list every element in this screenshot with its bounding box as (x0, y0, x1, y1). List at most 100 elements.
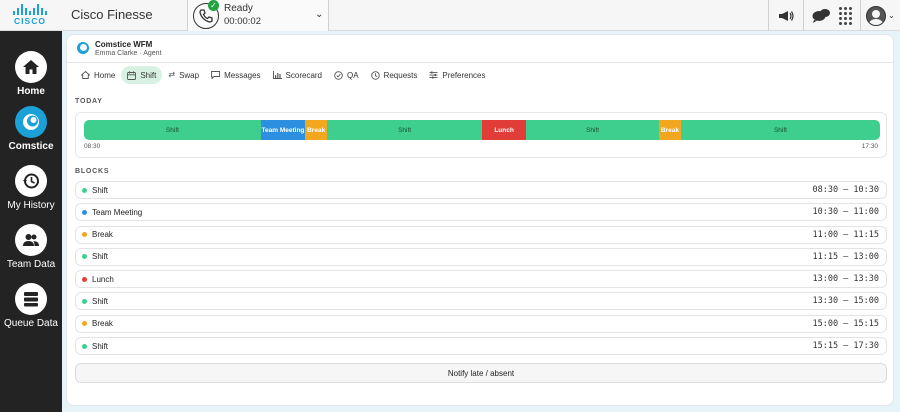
agent-status-dropdown[interactable]: ✓ Ready 00:00:02 ⌄ (187, 0, 329, 31)
timeline-segment-shift[interactable]: Shift (84, 120, 261, 140)
block-row[interactable]: Break 11:00 — 11:15 (75, 225, 887, 244)
timeline-segment-meeting[interactable]: Team Meeting (260, 120, 306, 140)
wfm-header: Comstice WFM Emma Clarke · Agent (67, 35, 893, 63)
tab-label: Messages (224, 70, 261, 80)
nav-label: Comstice (8, 141, 54, 152)
block-time: 11:00 — 11:15 (812, 229, 879, 240)
comstice-icon (15, 106, 47, 138)
wfm-tabs: Home Shift ⇄ Swap Messages Scorecard QA … (75, 66, 492, 84)
block-row[interactable]: Lunch 13:00 — 13:30 (75, 270, 887, 289)
team-icon (15, 224, 47, 256)
tab-preferences[interactable]: Preferences (423, 66, 491, 84)
nav-item-team-data[interactable]: Team Data (0, 224, 62, 270)
left-navigation: Home Comstice My History Team Data Queue… (0, 31, 62, 412)
tab-swap[interactable]: ⇄ Swap (162, 66, 205, 84)
block-label-group: Lunch (82, 275, 114, 284)
timeline-segment-break[interactable]: Break (305, 120, 328, 140)
tab-label: Swap (179, 70, 200, 80)
dialpad-icon (839, 6, 852, 25)
nav-label: Queue Data (4, 318, 58, 329)
nav-label: Team Data (6, 259, 56, 270)
chevron-down-icon: ⌄ (888, 11, 895, 20)
block-name: Shift (92, 185, 109, 195)
block-type-dot (82, 232, 87, 238)
tab-label: Shift (140, 70, 157, 80)
user-menu-button[interactable]: ⌄ (860, 0, 900, 31)
block-row[interactable]: Shift 11:15 — 13:00 (75, 247, 887, 266)
swap-icon: ⇄ (168, 70, 176, 79)
block-type-dot (82, 343, 87, 349)
nav-label: My History (7, 200, 55, 211)
block-name: Break (92, 319, 113, 329)
calendar-icon (127, 70, 137, 80)
nav-item-home[interactable]: Home (0, 51, 62, 97)
block-name: Shift (92, 252, 109, 262)
tab-shift[interactable]: Shift (121, 66, 163, 84)
tab-messages[interactable]: Messages (205, 66, 266, 84)
timeline-segment-shift[interactable]: Shift (327, 120, 482, 140)
tab-label: Requests (383, 70, 418, 80)
tab-scorecard[interactable]: Scorecard (267, 66, 328, 84)
block-time: 15:15 — 17:30 (812, 341, 879, 352)
ready-check-icon: ✓ (208, 0, 219, 11)
nav-item-my-history[interactable]: My History (0, 165, 62, 211)
block-row[interactable]: Shift 08:30 — 10:30 (75, 181, 887, 199)
dialpad-button[interactable] (828, 0, 863, 31)
check-circle-icon (334, 70, 343, 80)
status-label: Ready (224, 3, 253, 14)
block-type-dot (82, 321, 87, 327)
tab-label: QA (347, 70, 359, 80)
block-name: Team Meeting (92, 207, 143, 217)
wfm-title: Comstice WFM (95, 40, 153, 49)
block-label-group: Break (82, 319, 113, 328)
notify-late-absent-button[interactable]: Notify late / absent (75, 363, 887, 383)
history-icon (15, 165, 47, 197)
tab-label: Home (94, 70, 116, 80)
wfm-panel: Comstice WFM Emma Clarke · Agent Home Sh… (66, 34, 894, 406)
block-row[interactable]: Break 15:00 — 15:15 (75, 314, 887, 333)
timeline-segment-lunch[interactable]: Lunch (481, 120, 527, 140)
block-label-group: Shift (82, 252, 108, 261)
block-type-dot (82, 209, 87, 215)
block-name: Break (92, 230, 113, 240)
nav-label: Home (17, 86, 45, 97)
app-title: Cisco Finesse (71, 7, 153, 22)
blocks-section-title: BLOCKS (75, 168, 110, 175)
cisco-logo: CISCO (10, 4, 50, 28)
tab-home[interactable]: Home (75, 66, 121, 84)
block-type-dot (82, 276, 87, 282)
tab-requests[interactable]: Requests (365, 66, 424, 84)
timeline-segment-shift[interactable]: Shift (526, 120, 659, 140)
block-row[interactable]: Shift 13:30 — 15:00 (75, 292, 887, 311)
block-label-group: Shift (82, 297, 108, 306)
message-icon (211, 71, 221, 79)
block-label-group: Shift (82, 186, 108, 195)
nav-item-comstice[interactable]: Comstice (0, 106, 62, 152)
timeline-segment-break[interactable]: Break (658, 120, 681, 140)
home-icon (81, 71, 90, 79)
status-timer: 00:00:02 (224, 16, 261, 27)
block-type-dot (82, 254, 87, 260)
block-time: 15:00 — 15:15 (812, 318, 879, 329)
block-time: 13:00 — 13:30 (812, 274, 879, 285)
cisco-logo-text: CISCO (14, 16, 46, 26)
avatar-icon (866, 5, 887, 26)
shift-timeline: Shift Team Meeting Break Shift Lunch Shift Bre… (84, 120, 880, 140)
nav-item-queue-data[interactable]: Queue Data (0, 283, 62, 329)
top-bar: CISCO Cisco Finesse ✓ Ready 00:00:02 ⌄ ⌄ (0, 0, 900, 31)
block-label-group: Break (82, 230, 113, 239)
block-time: 13:30 — 15:00 (812, 296, 879, 307)
block-type-dot (82, 187, 87, 193)
block-name: Shift (92, 341, 109, 351)
home-icon (15, 51, 47, 83)
blocks-list: Shift 08:30 — 10:30 Team Meeting 10:30 — 11… (75, 181, 887, 359)
block-row[interactable]: Team Meeting 10:30 — 11:00 (75, 203, 887, 222)
chart-icon (272, 71, 282, 79)
tab-qa[interactable]: QA (328, 66, 365, 84)
comstice-logo-icon (77, 42, 89, 54)
announcement-button[interactable] (768, 0, 803, 31)
timeline-segment-shift[interactable]: Shift (680, 120, 880, 140)
block-time: 10:30 — 11:00 (812, 207, 879, 218)
block-name: Shift (92, 296, 109, 306)
block-row[interactable]: Shift 15:15 — 17:30 (75, 337, 887, 356)
